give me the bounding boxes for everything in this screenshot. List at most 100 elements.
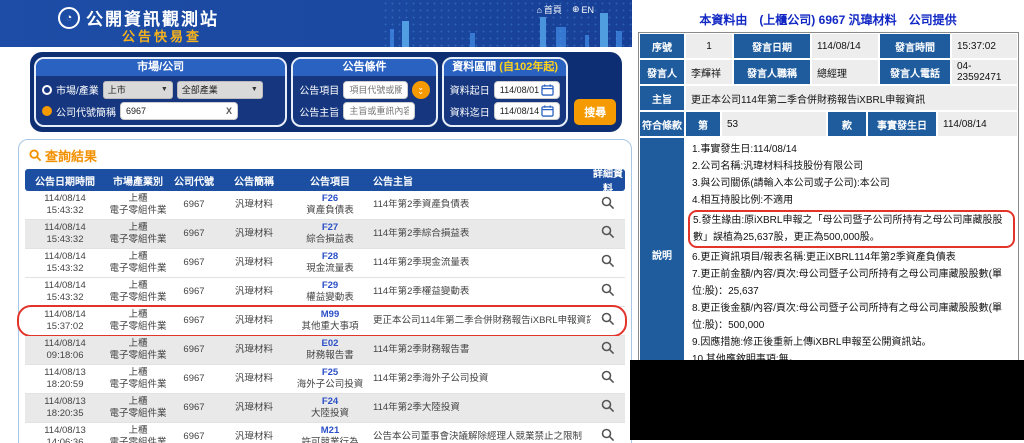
market-select[interactable]: 上市 ▼ [103, 81, 173, 99]
column-header: 公告項目 [291, 173, 369, 188]
search-results-panel: 查詢結果 公告日期時間市場產業別公司代號公告簡稱公告項目公告主旨詳細資料 114… [18, 139, 632, 443]
detail-magnifier-icon[interactable] [601, 225, 615, 239]
announcement-date: 114/08/14 [25, 280, 105, 292]
search-button[interactable]: 搜尋 [574, 99, 616, 125]
description-item: 9.因應措施:修正後重新上傳iXBRL申報至公開資訊站。 [692, 334, 1013, 351]
company-name-cell: 汎瑋材料 [217, 402, 291, 414]
announcement-item-code-link[interactable]: E02 [291, 338, 369, 350]
company-code-cell: 6967 [171, 344, 217, 356]
expand-options-button[interactable]: ⌄⌄ [412, 81, 430, 99]
market-industry-radio-label: 市場/產業 [56, 82, 99, 97]
description-item: 4.相互持股比例:不適用 [692, 192, 1013, 209]
industry-type: 電子零組件業 [105, 321, 171, 333]
market-industry-cell: 上櫃電子零組件業 [105, 251, 171, 275]
detail-magnifier-icon[interactable] [601, 370, 615, 384]
company-code-cell: 6967 [171, 431, 217, 443]
table-row[interactable]: 114/08/1318:20:35上櫃電子零組件業6967汎瑋材料F24大陸投資… [25, 394, 625, 423]
start-date-input[interactable] [500, 85, 542, 95]
detail-magnifier-icon[interactable] [601, 312, 615, 326]
detail-magnifier-icon[interactable] [601, 254, 615, 268]
detail-magnifier-icon[interactable] [601, 341, 615, 355]
market-industry-radio[interactable] [42, 85, 52, 95]
home-link[interactable]: ⌂ 首頁 [536, 3, 561, 16]
announcement-item-code-link[interactable]: F29 [291, 280, 369, 292]
calendar-icon[interactable] [541, 84, 554, 96]
industry-select[interactable]: 全部產業 ▼ [177, 81, 263, 99]
market-type: 上櫃 [105, 309, 171, 321]
table-row[interactable]: 114/08/1409:18:06上櫃電子零組件業6967汎瑋材料E02財務報告… [25, 336, 625, 365]
detail-field-value: 114/08/14 [938, 112, 1017, 136]
double-chevron-down-icon: ⌄⌄ [417, 86, 424, 94]
announcement-subject-label: 公告主旨 [299, 104, 339, 119]
company-name-cell: 汎瑋材料 [217, 373, 291, 385]
announcement-item-code-link[interactable]: M21 [291, 425, 369, 437]
announcement-item-code-link[interactable]: F28 [291, 251, 369, 263]
description-item: 8.更正後金額/內容/頁次:母公司暨子公司所持有之母公司庫藏股股數(單位:股)：… [692, 300, 1013, 334]
company-code-radio-label: 公司代號簡稱 [56, 104, 116, 119]
description-item: 7.更正前金額/內容/頁次:母公司暨子公司所持有之母公司庫藏股股數(單位:股)：… [692, 266, 1013, 300]
skyline-decoration [382, 0, 632, 47]
end-date-input[interactable] [500, 106, 542, 116]
market-industry-cell: 上櫃電子零組件業 [105, 396, 171, 420]
announcement-date: 114/08/14 [25, 309, 105, 321]
detail-field-label: 事實發生日 [868, 112, 936, 136]
column-header: 公告日期時間 [25, 173, 105, 188]
table-row[interactable]: 114/08/1415:43:32上櫃電子零組件業6967汎瑋材料F27綜合損益… [25, 220, 625, 249]
industry-type: 電子零組件業 [105, 292, 171, 304]
screenshot-stage: ◔ 公開資訊觀測站 公告快易查 ⌂ 首頁 ⊕ EN 市場/公司 [0, 0, 1024, 443]
language-link[interactable]: ⊕ EN [572, 4, 594, 15]
company-code-input[interactable] [126, 106, 226, 116]
announcement-item-code-link[interactable]: F26 [291, 193, 369, 205]
announcement-subject-cell: 114年第2季海外子公司投資 [369, 373, 591, 385]
description-item: 6.更正資訊項目/報表名稱:更正iXBRL114年第2季資產負債表 [692, 249, 1013, 266]
table-row[interactable]: 114/08/1415:37:02上櫃電子零組件業6967汎瑋材料M99其他重大… [25, 307, 625, 336]
results-table-header: 公告日期時間市場產業別公司代號公告簡稱公告項目公告主旨詳細資料 [25, 169, 625, 191]
announcement-item-code-link[interactable]: F24 [291, 396, 369, 408]
description-item: 3.與公司關係(請輸入本公司或子公司):本公司 [692, 175, 1013, 192]
detail-magnifier-icon[interactable] [601, 196, 615, 210]
announcement-subject-cell: 114年第2季現金流量表 [369, 257, 591, 269]
announcement-subject-cell: 114年第2季財務報告書 [369, 344, 591, 356]
table-row[interactable]: 114/08/1314:06:36上櫃電子零組件業6967汎瑋材料M21許可競業… [25, 423, 625, 443]
announcement-item-code-link[interactable]: M99 [291, 309, 369, 321]
announcement-item-input[interactable] [349, 85, 401, 95]
table-row[interactable]: 114/08/1415:43:32上櫃電子零組件業6967汎瑋材料F29權益變動… [25, 278, 625, 307]
clear-input-icon[interactable]: X [226, 106, 232, 116]
announcement-item-code-link[interactable]: F27 [291, 222, 369, 234]
detail-magnifier-icon[interactable] [601, 283, 615, 297]
announcement-time: 18:20:59 [25, 379, 105, 391]
results-table-body: 114/08/1415:43:32上櫃電子零組件業6967汎瑋材料F26資產負債… [25, 191, 625, 443]
detail-field-label: 發言日期 [734, 34, 810, 58]
calendar-icon[interactable] [541, 105, 554, 117]
table-row[interactable]: 114/08/1415:43:32上櫃電子零組件業6967汎瑋材料F26資產負債… [25, 191, 625, 220]
announcement-subject-cell: 114年第2季綜合損益表 [369, 228, 591, 240]
date-range-note: (自102年起) [499, 61, 558, 73]
detail-field-label: 發言時間 [880, 34, 950, 58]
description-item: 1.事實發生日:114/08/14 [692, 141, 1013, 158]
search-form: 市場/公司 市場/產業 上市 ▼ 全部產業 ▼ [30, 52, 622, 132]
site-header: ◔ 公開資訊觀測站 公告快易查 ⌂ 首頁 ⊕ EN [0, 0, 632, 47]
detail-magnifier-icon[interactable] [601, 428, 615, 442]
detail-field-value: 114/08/14 [812, 34, 878, 58]
announcement-time: 18:20:35 [25, 408, 105, 420]
announcement-datetime-cell: 114/08/1415:43:32 [25, 280, 105, 304]
detail-magnifier-icon[interactable] [601, 399, 615, 413]
start-date-label: 資料起日 [450, 82, 490, 97]
announcement-item-cell: M21許可競業行為 [291, 425, 369, 443]
announcement-item-cell: F29權益變動表 [291, 280, 369, 304]
end-date-label: 資料迄日 [450, 104, 490, 119]
announcement-time: 15:43:32 [25, 234, 105, 246]
table-row[interactable]: 114/08/1415:43:32上櫃電子零組件業6967汎瑋材料F28現金流量… [25, 249, 625, 278]
chevron-down-icon: ▼ [251, 86, 258, 93]
market-select-value: 上市 [108, 83, 126, 96]
announcement-date: 114/08/14 [25, 338, 105, 350]
detail-field-value: 李輝祥 [686, 60, 732, 84]
announcement-time: 15:43:32 [25, 292, 105, 304]
announcement-item-code-link[interactable]: F25 [291, 367, 369, 379]
table-row[interactable]: 114/08/1318:20:59上櫃電子零組件業6967汎瑋材料F25海外子公… [25, 365, 625, 394]
announcement-date: 114/08/14 [25, 222, 105, 234]
date-range-title-text: 資料區間 [452, 61, 496, 73]
announcement-subject-cell: 114年第2季權益變動表 [369, 286, 591, 298]
announcement-subject-input[interactable] [349, 106, 409, 116]
company-code-radio[interactable] [42, 106, 52, 116]
